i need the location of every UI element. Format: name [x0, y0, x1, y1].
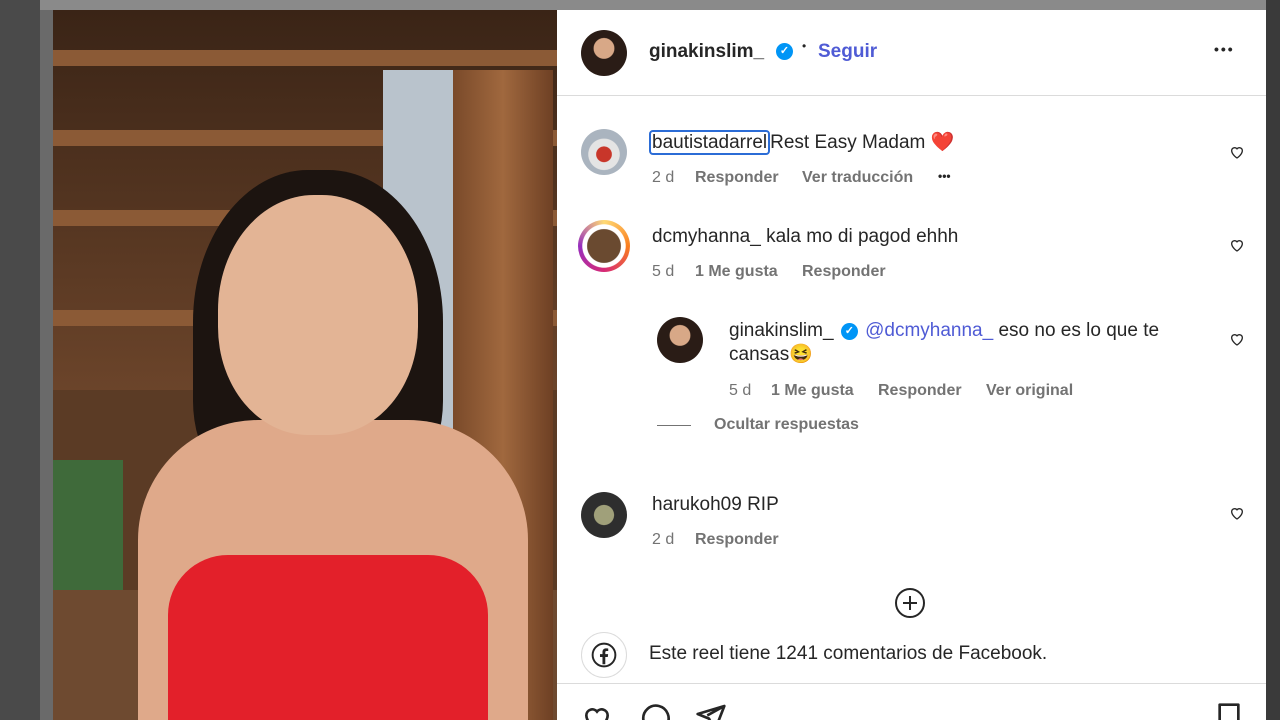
hide-replies-line	[657, 425, 691, 426]
translate-button[interactable]: Ver traducción	[802, 169, 913, 187]
reply-button[interactable]: Responder	[802, 263, 886, 281]
comment-time[interactable]: 5 d	[652, 263, 674, 281]
see-original-button[interactable]: Ver original	[986, 382, 1073, 400]
like-heart-icon[interactable]	[1229, 144, 1245, 160]
person-dress	[168, 555, 488, 720]
reply-reply-button[interactable]: Responder	[878, 382, 962, 400]
comment-username[interactable]: dcmyhanna_	[652, 226, 761, 247]
foliage	[53, 460, 123, 600]
share-icon[interactable]	[695, 702, 727, 720]
commenter-avatar[interactable]	[578, 220, 630, 272]
comment-line: dcmyhanna_ kala mo di pagod ehhh	[652, 225, 958, 249]
backdrop-right	[1266, 0, 1280, 720]
bookmark-icon[interactable]	[1213, 702, 1245, 720]
backdrop-left	[0, 0, 40, 720]
reply-button[interactable]: Responder	[695, 531, 779, 549]
comment-line: harukoh09 RIP	[652, 493, 779, 517]
reply-likes-count[interactable]: 1 Me gusta	[771, 382, 854, 400]
comment-more-icon[interactable]: •••	[938, 169, 951, 183]
backdrop-top	[40, 0, 1266, 10]
reply-mention[interactable]: @dcmyhanna_	[865, 320, 993, 341]
heart-icon[interactable]	[581, 702, 613, 720]
comments-panel: ginakinslim_ ✓ • Seguir ••• bautistadarr…	[557, 10, 1266, 720]
like-heart-icon[interactable]	[1229, 237, 1245, 253]
comment-icon[interactable]	[639, 702, 671, 720]
facebook-badge	[581, 632, 627, 678]
like-heart-icon[interactable]	[1229, 505, 1245, 521]
comment-time[interactable]: 2 d	[652, 531, 674, 549]
reply-time[interactable]: 5 d	[729, 382, 751, 400]
facebook-comments-note: Este reel tiene 1241 comentarios de Face…	[649, 643, 1048, 664]
comment-line: bautistadarrel Rest Easy Madam ❤️	[649, 130, 955, 155]
reply-avatar[interactable]	[657, 317, 703, 363]
hide-replies-button[interactable]: Ocultar respuestas	[714, 416, 859, 434]
commenter-avatar[interactable]	[581, 492, 627, 538]
reply-line: ginakinslim_ ✓ @dcmyhanna_ eso no es lo …	[729, 319, 1209, 367]
commenter-avatar[interactable]	[581, 129, 627, 175]
person-face	[218, 195, 418, 435]
comment-time[interactable]: 2 d	[652, 169, 674, 187]
more-options-icon[interactable]: •••	[1214, 41, 1235, 57]
author-avatar[interactable]	[581, 30, 627, 76]
reply-text-2: cansas😆	[729, 344, 813, 365]
follow-button[interactable]: Seguir	[818, 41, 877, 63]
post-header: ginakinslim_ ✓ • Seguir •••	[557, 10, 1266, 96]
comment-username[interactable]: harukoh09	[652, 494, 742, 515]
separator: •	[802, 39, 807, 53]
comment-text: kala mo di pagod ehhh	[766, 226, 959, 247]
like-heart-icon[interactable]	[1229, 331, 1245, 347]
reel-video[interactable]	[53, 10, 557, 720]
actions-divider	[557, 683, 1266, 684]
author-username[interactable]: ginakinslim_	[649, 41, 764, 63]
reply-button[interactable]: Responder	[695, 169, 779, 187]
add-circle-icon[interactable]	[895, 588, 925, 618]
comment-username[interactable]: bautistadarrel	[649, 130, 771, 155]
verified-badge-icon: ✓	[776, 43, 793, 60]
comment-text: RIP	[747, 494, 779, 515]
beam	[53, 50, 557, 66]
comment-text: Rest Easy Madam ❤️	[770, 132, 955, 153]
verified-badge-icon: ✓	[840, 323, 858, 340]
reply-text-1: eso no es lo que te	[998, 320, 1160, 341]
reply-username[interactable]: ginakinslim_	[729, 320, 834, 341]
likes-count[interactable]: 1 Me gusta	[695, 263, 778, 281]
facebook-icon	[591, 642, 617, 668]
